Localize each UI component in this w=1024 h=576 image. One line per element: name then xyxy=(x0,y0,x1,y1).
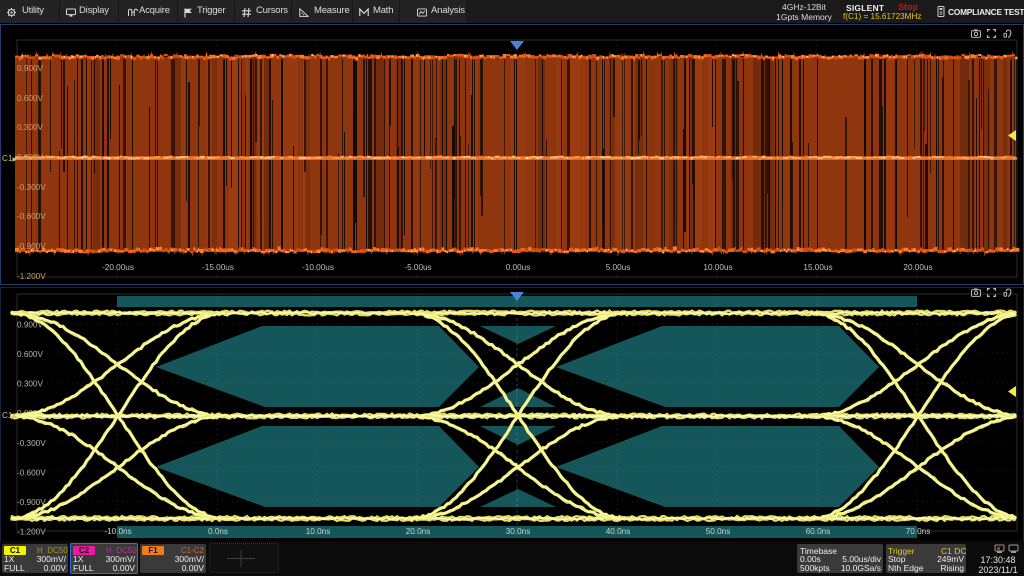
svg-text:-0.600V: -0.600V xyxy=(17,468,46,477)
svg-text:-0.900V: -0.900V xyxy=(17,498,46,507)
svg-text:0.300V: 0.300V xyxy=(17,380,43,389)
svg-text:0.600V: 0.600V xyxy=(17,350,43,359)
svg-text:-1.200V: -1.200V xyxy=(17,528,46,537)
svg-text:-0.300V: -0.300V xyxy=(17,439,46,448)
